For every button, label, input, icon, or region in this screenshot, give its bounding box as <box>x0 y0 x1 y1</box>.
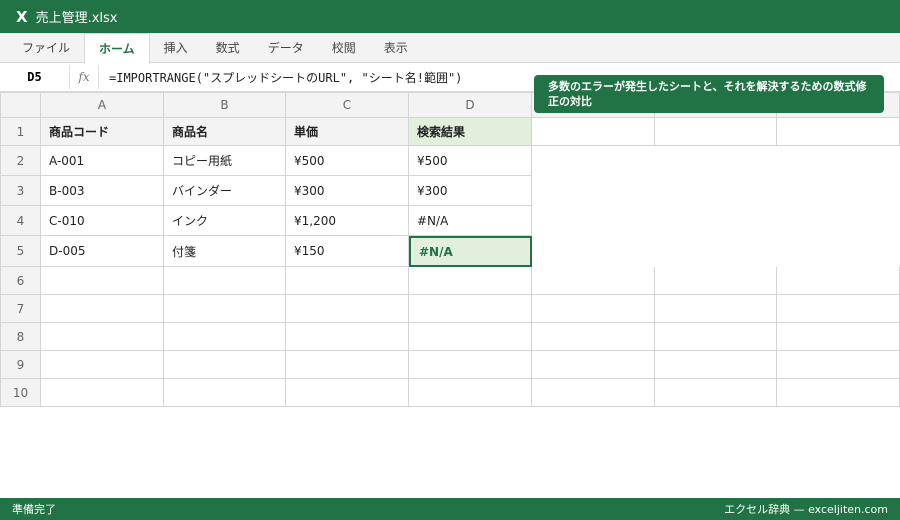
title-bar: X 売上管理.xlsx <box>0 0 900 33</box>
cell-A3[interactable]: B-003 <box>41 176 164 206</box>
cell-D10[interactable] <box>409 379 532 407</box>
cell-E1[interactable] <box>532 118 655 146</box>
cell-B8[interactable] <box>164 323 286 351</box>
cell-G9[interactable] <box>777 351 900 379</box>
cell-C1[interactable]: 単価 <box>286 118 409 146</box>
row-header-5[interactable]: 5 <box>0 236 41 267</box>
cell-C10[interactable] <box>286 379 409 407</box>
cell-A10[interactable] <box>41 379 164 407</box>
cell-A2[interactable]: A-001 <box>41 146 164 176</box>
cell-D9[interactable] <box>409 351 532 379</box>
cell-D6[interactable] <box>409 267 532 295</box>
column-header-D[interactable]: D <box>409 93 532 118</box>
row-header-2[interactable]: 2 <box>0 146 41 176</box>
cell-G1[interactable] <box>777 118 900 146</box>
row-header-4[interactable]: 4 <box>0 206 41 236</box>
cell-B10[interactable] <box>164 379 286 407</box>
cell-C6[interactable] <box>286 267 409 295</box>
cell-B2[interactable]: コピー用紙 <box>164 146 286 176</box>
formula-input[interactable]: =IMPORTRANGE("スプレッドシートのURL", "シート名!範囲") <box>99 69 462 86</box>
cell-D2[interactable]: ¥500 <box>409 146 532 176</box>
cell-C7[interactable] <box>286 295 409 323</box>
row-header-10[interactable]: 10 <box>0 379 41 407</box>
cell-B5[interactable]: 付箋 <box>164 236 286 267</box>
cell-C8[interactable] <box>286 323 409 351</box>
name-box[interactable]: D5 <box>0 65 70 89</box>
cell-E6[interactable] <box>532 267 655 295</box>
cell-B6[interactable] <box>164 267 286 295</box>
tab-0[interactable]: ファイル <box>8 33 84 62</box>
cell-G8[interactable] <box>777 323 900 351</box>
cell-B7[interactable] <box>164 295 286 323</box>
cell-E8[interactable] <box>532 323 655 351</box>
cell-E10[interactable] <box>532 379 655 407</box>
row-header-3[interactable]: 3 <box>0 176 41 206</box>
cell-D3[interactable]: ¥300 <box>409 176 532 206</box>
cell-D7[interactable] <box>409 295 532 323</box>
file-name: 売上管理.xlsx <box>35 11 118 26</box>
row-header-8[interactable]: 8 <box>0 323 41 351</box>
cell-C5[interactable]: ¥150 <box>286 236 409 267</box>
tab-1[interactable]: ホーム <box>84 33 150 64</box>
tab-3[interactable]: 数式 <box>202 33 254 62</box>
cell-B9[interactable] <box>164 351 286 379</box>
cell-B3[interactable]: バインダー <box>164 176 286 206</box>
cell-D1[interactable]: 検索結果 <box>409 118 532 146</box>
cell-A8[interactable] <box>41 323 164 351</box>
cell-B1[interactable]: 商品名 <box>164 118 286 146</box>
tab-4[interactable]: データ <box>254 33 318 62</box>
caption-tooltip: 多数のエラーが発生したシートと、それを解決するための数式修正の対比 <box>534 75 884 113</box>
cell-F1[interactable] <box>655 118 777 146</box>
cell-A5[interactable]: D-005 <box>41 236 164 267</box>
cell-F8[interactable] <box>655 323 777 351</box>
cell-B4[interactable]: インク <box>164 206 286 236</box>
status-bar: 準備完了 エクセル辞典 — exceljiten.com <box>0 498 900 520</box>
cell-G10[interactable] <box>777 379 900 407</box>
tab-2[interactable]: 挿入 <box>150 33 202 62</box>
fx-icon[interactable]: fx <box>70 65 99 89</box>
excel-logo-icon: X <box>16 7 28 26</box>
cell-F10[interactable] <box>655 379 777 407</box>
tab-5[interactable]: 校閲 <box>318 33 370 62</box>
column-header-B[interactable]: B <box>164 93 286 118</box>
cell-F7[interactable] <box>655 295 777 323</box>
cell-A4[interactable]: C-010 <box>41 206 164 236</box>
cell-A9[interactable] <box>41 351 164 379</box>
cell-D8[interactable] <box>409 323 532 351</box>
cell-F9[interactable] <box>655 351 777 379</box>
cell-C9[interactable] <box>286 351 409 379</box>
cell-D5[interactable]: #N/A <box>409 236 532 267</box>
cell-C4[interactable]: ¥1,200 <box>286 206 409 236</box>
status-text: 準備完了 <box>12 503 56 516</box>
row-header-1[interactable]: 1 <box>0 118 41 146</box>
column-header-A[interactable]: A <box>41 93 164 118</box>
cell-C2[interactable]: ¥500 <box>286 146 409 176</box>
cell-A7[interactable] <box>41 295 164 323</box>
row-header-6[interactable]: 6 <box>0 267 41 295</box>
cell-F6[interactable] <box>655 267 777 295</box>
select-all-corner[interactable] <box>0 93 41 118</box>
ribbon-tabs: ファイル ホーム 挿入 数式 データ 校閲 表示 <box>0 33 900 64</box>
row-header-9[interactable]: 9 <box>0 351 41 379</box>
cell-E9[interactable] <box>532 351 655 379</box>
cell-E7[interactable] <box>532 295 655 323</box>
cell-G6[interactable] <box>777 267 900 295</box>
cell-A6[interactable] <box>41 267 164 295</box>
cell-D4[interactable]: #N/A <box>409 206 532 236</box>
cell-G7[interactable] <box>777 295 900 323</box>
site-credit: エクセル辞典 — exceljiten.com <box>724 503 888 516</box>
tab-6[interactable]: 表示 <box>370 33 422 62</box>
cell-A1[interactable]: 商品コード <box>41 118 164 146</box>
column-header-C[interactable]: C <box>286 93 409 118</box>
cell-C3[interactable]: ¥300 <box>286 176 409 206</box>
row-header-7[interactable]: 7 <box>0 295 41 323</box>
